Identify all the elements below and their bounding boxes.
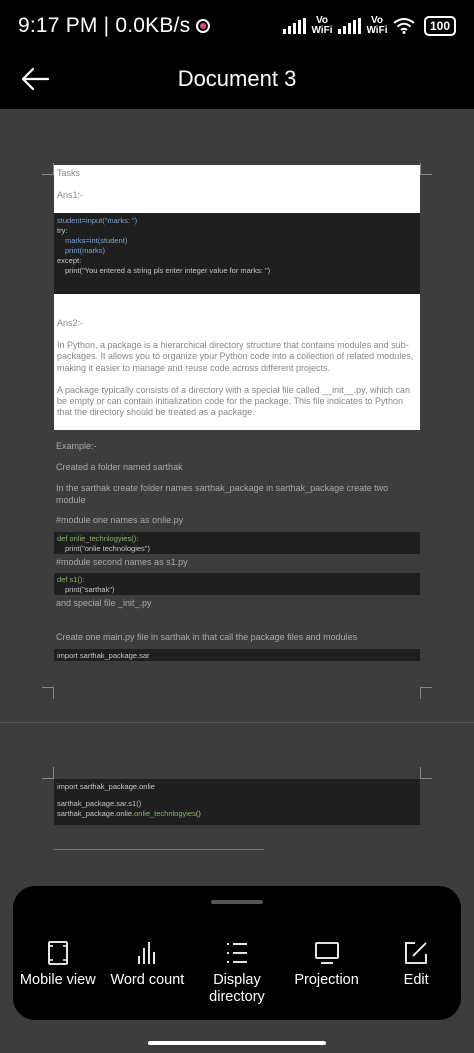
- vowifi-label: Vo WiFi: [366, 15, 388, 36]
- signal-icon: [282, 18, 306, 34]
- code-line: student=input("marks: "): [57, 216, 138, 225]
- crop-mark: [420, 163, 432, 175]
- crop-mark: [42, 767, 54, 779]
- document-page-1: Tasks Ans1:- student=input("marks: ") tr…: [42, 163, 432, 699]
- mobile-view-icon: [47, 941, 68, 965]
- code-line: marks=int(student): [65, 236, 128, 245]
- display-directory-label: Display directory: [209, 972, 265, 1005]
- vowifi-label: Vo WiFi: [311, 15, 333, 36]
- crop-mark: [420, 687, 432, 699]
- mobile-view-button[interactable]: Mobile view: [13, 940, 103, 1006]
- app-notification-icon: [196, 19, 211, 33]
- battery-indicator: 100: [423, 16, 456, 36]
- paragraph: #module second names as s1.py: [56, 557, 188, 567]
- home-indicator[interactable]: [148, 1041, 326, 1045]
- page-divider: [0, 722, 474, 723]
- code-block-5: import sarthak_package.onlie sarthak_pac…: [54, 779, 420, 825]
- code-block-3: def s1(): print("sarthak"): [54, 573, 420, 595]
- signal-icon: [337, 18, 361, 34]
- projection-label: Projection: [294, 972, 359, 988]
- code-line: print("sarthak"): [65, 585, 115, 594]
- word-count-button[interactable]: Word count: [103, 940, 193, 1006]
- code-line: def s1():: [57, 575, 85, 584]
- code-line: try:: [57, 226, 68, 235]
- code-line: print(marks): [65, 246, 106, 255]
- paragraph: In Python, a package is a hierarchical d…: [57, 340, 414, 373]
- ans1-heading: Ans1:-: [57, 190, 84, 200]
- word-count-label: Word count: [110, 972, 185, 988]
- directory-icon: [226, 943, 247, 963]
- bottom-toolbar-sheet: Mobile view Word count Display directory…: [13, 886, 461, 1020]
- sheet-drag-handle[interactable]: [211, 900, 263, 904]
- display-directory-button[interactable]: Display directory: [192, 940, 282, 1006]
- status-time: 9:17 PM | 0.0KB/s: [18, 14, 191, 37]
- edit-label: Edit: [403, 972, 429, 988]
- projection-button[interactable]: Projection: [282, 940, 372, 1006]
- code-line: import sarthak_package.onlie: [57, 782, 155, 791]
- ans2-block: Ans2:- In Python, a package is a hierarc…: [54, 294, 420, 430]
- word-count-icon: [138, 942, 156, 964]
- horizontal-rule: [54, 849, 264, 850]
- crop-mark: [42, 163, 54, 175]
- paragraph: #module one names as onlie.py: [56, 515, 184, 525]
- document-title: Document 3: [177, 66, 297, 91]
- code-block-2: def onlie_technlogyies(): print("onlie t…: [54, 532, 420, 554]
- edit-button[interactable]: Edit: [371, 940, 461, 1006]
- code-line: print("onlie technologies"): [65, 544, 150, 553]
- wifi-icon: [393, 18, 415, 34]
- code-block-1: student=input("marks: ") try: marks=int(…: [54, 213, 420, 294]
- code-line: def onlie_technlogyies():: [57, 534, 139, 543]
- paragraph: Create one main.py file in sarthak in th…: [56, 632, 358, 642]
- ans2-heading: Ans2:-: [57, 318, 84, 328]
- tasks-block: Tasks Ans1:-: [54, 165, 420, 213]
- toolbar-items: Mobile view Word count Display directory…: [13, 940, 461, 1006]
- status-icons: Vo WiFi Vo WiFi 100: [282, 15, 456, 36]
- app-header: Document 3: [0, 52, 474, 109]
- paragraph: A package typically consists of a direct…: [57, 384, 411, 418]
- code-line: print("You entered a string pls enter in…: [65, 266, 271, 275]
- crop-mark: [42, 687, 54, 699]
- document-page-2: import sarthak_package.onlie sarthak_pac…: [42, 767, 432, 889]
- status-bar: 9:17 PM | 0.0KB/s Vo WiFi Vo WiFi 100: [0, 0, 474, 52]
- paragraph: Created a folder named sarthak: [56, 462, 183, 472]
- edit-icon: [405, 942, 428, 964]
- code-block-4: import sarthak_package.sar: [54, 649, 420, 661]
- tasks-heading: Tasks: [57, 168, 81, 178]
- paragraph: and special file _init_.py: [56, 598, 152, 608]
- code-line: except:: [57, 256, 82, 265]
- code-line: sarthak_package.onlie.onlie_technlogyies…: [57, 809, 201, 818]
- mobile-view-label: Mobile view: [19, 972, 96, 988]
- code-line: import sarthak_package.sar: [57, 651, 150, 660]
- projection-icon: [314, 942, 339, 964]
- crop-mark: [420, 767, 432, 779]
- paragraph: In the sarthak create folder names sarth…: [56, 483, 389, 505]
- code-line: sarthak_package.sar.s1(): [57, 799, 142, 808]
- example-heading: Example:-: [56, 441, 97, 451]
